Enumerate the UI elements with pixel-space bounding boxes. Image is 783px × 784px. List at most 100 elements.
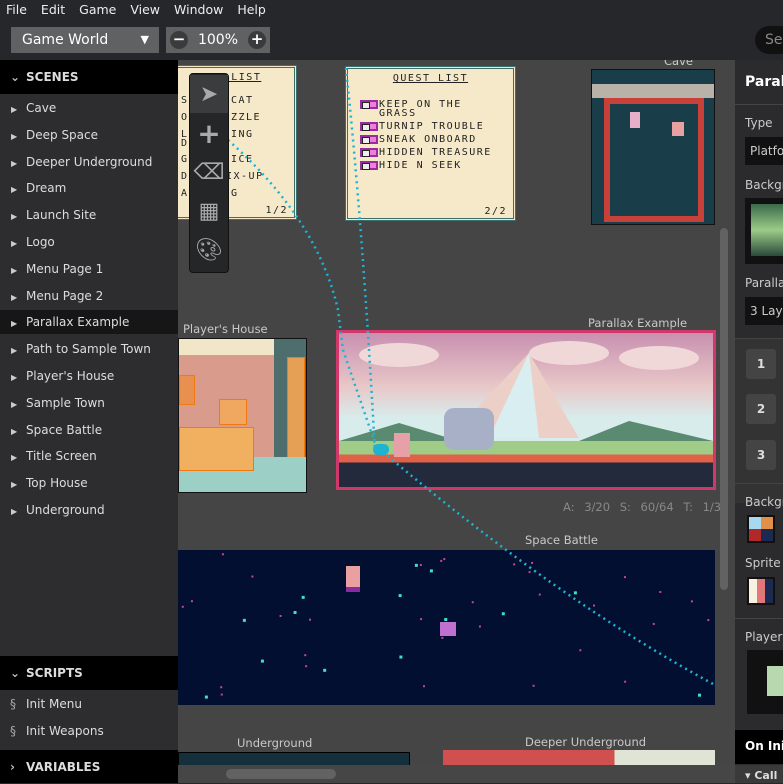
star [398,594,402,598]
star [204,695,208,699]
background-label: Background [745,178,783,192]
sidebar-item-cave[interactable]: ▶ Cave [0,96,178,120]
caret-right-icon: ▶ [11,158,18,168]
scene-item-label: Deep Space [26,127,99,142]
checkbox-icon [360,135,378,144]
sidebar-item-sample-town[interactable]: ▶ Sample Town [0,391,178,415]
section-select[interactable]: Game World ▼ [11,27,159,53]
scene-item-label: Title Screen [26,449,97,464]
menu-game[interactable]: Game [79,0,116,20]
collisions-tool-button[interactable]: ▦ [190,192,228,230]
star [190,600,193,603]
sidebar-item-logo[interactable]: ▶ Logo [0,230,178,254]
parallax-layer-1[interactable]: 1 [746,349,776,379]
menu-bar: File Edit Game View Window Help [0,0,783,20]
scene-players-house[interactable] [178,338,307,493]
sidebar-item-player-s-house[interactable]: ▶ Player's House [0,364,178,388]
scene-menu-page-2[interactable]: QUEST LIST KEEP ON THE GRASS TURNIP TROU… [345,66,516,221]
toolbar: Game World ▼ − 100% + Search [0,20,783,60]
zoom-out-button[interactable]: − [170,31,188,49]
sidebar-item-deeper-underground[interactable]: ▶ Deeper Underground [0,150,178,174]
player-sprite-picker[interactable] [747,650,783,714]
scene-item-label: Launch Site [26,208,97,223]
parallax-layer-2[interactable]: 2 [746,394,776,424]
caret-right-icon: ▶ [11,105,18,114]
scene-label-players-house: Player's House [183,322,268,336]
paint-tool-button[interactable]: 🎨︎ [190,231,228,269]
star [579,649,582,652]
menu-file[interactable]: File [6,0,27,20]
sidebar-item-space-battle[interactable]: ▶ Space Battle [0,418,178,442]
eraser-icon: ⌫ [193,159,225,185]
scene-parallax-example[interactable] [336,330,716,490]
call-script-label: Call [754,769,778,782]
star [181,605,184,608]
sprite-palette-swatch[interactable] [747,577,775,605]
sidebar-item-menu-page-2[interactable]: ▶ Menu Page 2 [0,284,178,308]
parallax-select[interactable]: 3 Layers [745,297,783,325]
sidebar-item-launch-site[interactable]: ▶ Launch Site [0,203,178,227]
background-thumbnail [751,204,783,256]
scripts-header[interactable]: ⌄ SCRIPTS [0,656,178,690]
star [513,563,516,566]
type-select[interactable]: Platformer [745,137,783,165]
call-script-event[interactable]: ▾ Call [745,769,777,782]
sidebar-item-top-house[interactable]: ▶ Top House [0,471,178,495]
scene-item-label: Player's House [26,369,115,383]
zoom-in-button[interactable]: + [248,31,266,49]
divider [735,104,783,105]
eraser-tool-button[interactable]: ⌫ [190,153,228,191]
scene-cave[interactable] [591,69,715,225]
star [690,600,693,603]
sidebar-item-dream[interactable]: ▶ Dream [0,176,178,200]
world-canvas[interactable]: UEST LIST S: CAT O ZZLE L ING DI G ICE D… [178,60,735,783]
background-palette-swatch[interactable] [747,515,775,543]
quest-text: A [181,188,189,199]
variables-header[interactable]: › VARIABLES [0,750,178,783]
caret-right-icon: ▶ [11,265,18,275]
menu-window[interactable]: Window [174,0,223,20]
star [573,591,577,595]
divider [735,618,783,619]
on-init-header[interactable]: On Init [745,739,783,753]
search-input[interactable]: Search [755,26,783,54]
parallax-layer-3[interactable]: 3 [746,440,776,470]
scene-space-battle[interactable] [178,550,715,705]
quest-row: KEEP ON THE GRASS [360,100,513,119]
script-icon: § [10,724,16,738]
script-icon: § [10,697,16,711]
sidebar-item-parallax-example[interactable]: ▶ Parallax Example [0,310,178,335]
horizontal-scrollbar-thumb[interactable] [226,769,336,779]
script-item-init-weapons[interactable]: § Init Weapons [0,718,178,744]
sidebar-item-deep-space[interactable]: ▶ Deep Space [0,123,178,147]
caret-right-icon: ▶ [11,373,18,382]
horizontal-scrollbar[interactable] [178,765,735,783]
chevron-down-icon: ▾ [745,769,755,782]
sidebar-item-path-to-sample-town[interactable]: ▶ Path to Sample Town [0,337,178,361]
vertical-scrollbar[interactable] [720,228,728,590]
add-tool-button[interactable]: + [190,114,228,152]
scene-item-label: Menu Page 1 [26,261,104,276]
divider [735,483,783,484]
star [242,618,246,622]
menu-edit[interactable]: Edit [41,0,65,20]
sidebar-item-menu-page-1[interactable]: ▶ Menu Page 1 [0,257,178,281]
scene-label-deeper-underground: Deeper Underground [525,735,647,749]
parallax-label: Parallax [745,276,783,290]
select-tool-button[interactable]: ➤ [190,75,228,113]
quest-text: CAT [231,95,254,106]
script-item-init-menu[interactable]: § Init Menu [0,691,178,717]
sidebar-item-title-screen[interactable]: ▶ Title Screen [0,444,178,468]
star [221,553,224,556]
caret-right-icon: ▶ [11,426,18,436]
background-picker[interactable] [745,198,783,264]
star [414,563,418,567]
scenes-header[interactable]: ⌄ SCENES [0,60,178,94]
sidebar-item-underground[interactable]: ▶ Underground [0,498,178,522]
player-ship-sprite [346,566,360,592]
menu-view[interactable]: View [130,0,160,20]
star [220,686,223,689]
menu-help[interactable]: Help [237,0,266,20]
scene-label-space-battle: Space Battle [525,533,598,547]
scene-label-parallax-example: Parallax Example [588,316,688,330]
